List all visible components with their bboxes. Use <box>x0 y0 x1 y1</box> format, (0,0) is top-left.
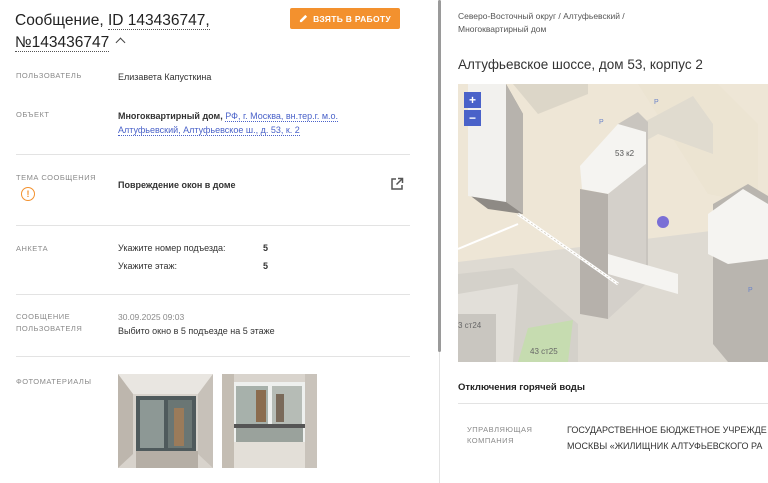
map-canvas: 53 к2 3 ст24 43 ст25 P P P <box>458 84 768 362</box>
zoom-in-button[interactable]: + <box>464 92 481 108</box>
user-message-label: СООБЩЕНИЕ ПОЛЬЗОВАТЕЛЯ <box>16 311 82 335</box>
survey-answer-1: 5 <box>263 243 269 253</box>
map-label-st25: 43 ст25 <box>530 347 558 356</box>
parking-icon: P <box>599 119 604 126</box>
take-to-work-button[interactable]: ВЗЯТЬ В РАБОТУ <box>290 8 400 29</box>
map[interactable]: 53 к2 3 ст24 43 ст25 P P P + − <box>458 84 768 362</box>
object-address-link-2[interactable]: Алтуфьевский, Алтуфьевское ш., д. 53, к.… <box>118 125 300 136</box>
zoom-out-button[interactable]: − <box>464 110 481 126</box>
warning-icon: ! <box>21 187 35 201</box>
parking-icon: P <box>654 99 659 106</box>
message-panel: Сообщение, ID 143436747, №143436747 ВЗЯТ… <box>0 0 437 483</box>
topic-value: Повреждение окон в доме <box>118 180 236 190</box>
management-value-line1: ГОСУДАРСТВЕННОЕ БЮДЖЕТНОЕ УЧРЕЖДЕ <box>567 425 767 435</box>
user-message-text: Выбито окно в 5 подъезде на 5 этаже <box>118 326 275 336</box>
topic-label: ТЕМА СООБЩЕНИЯ <box>16 173 97 182</box>
user-value: Елизавета Капусткина <box>118 72 212 82</box>
title-prefix: Сообщение, <box>15 12 104 29</box>
scrollbar[interactable] <box>438 0 441 352</box>
user-message-label-line2: ПОЛЬЗОВАТЕЛЯ <box>16 324 83 333</box>
management-label-line2: КОМПАНИЯ <box>467 436 514 445</box>
divider <box>458 403 768 404</box>
object-address-link[interactable]: РФ, г. Москва, вн.тер.г. м.о. <box>225 111 339 122</box>
management-label-line1: УПРАВЛЯЮЩАЯ <box>467 425 533 434</box>
message-number-link[interactable]: №143436747 <box>15 34 110 52</box>
user-label: ПОЛЬЗОВАТЕЛЬ <box>16 71 82 80</box>
map-building-label: 53 к2 <box>615 149 635 158</box>
survey-answer-2: 5 <box>263 261 269 271</box>
divider <box>16 154 410 155</box>
take-to-work-label: ВЗЯТЬ В РАБОТУ <box>313 13 391 24</box>
hot-water-outage-title: Отключения горячей воды <box>458 382 585 393</box>
photo-thumbnail[interactable] <box>118 374 213 468</box>
chevron-up-icon[interactable] <box>115 37 126 48</box>
survey-label: АНКЕТА <box>16 244 49 253</box>
photo-thumbnail[interactable] <box>222 374 317 468</box>
map-label-st24: 3 ст24 <box>458 321 482 330</box>
user-message-label-line1: СООБЩЕНИЕ <box>16 312 71 321</box>
management-value-line2: МОСКВЫ «ЖИЛИЩНИК АЛТУФЬЕВСКОГО РА <box>567 441 763 451</box>
divider <box>16 225 410 226</box>
message-title: Сообщение, ID 143436747, №143436747 <box>15 10 285 54</box>
object-panel: Северо-Восточный округ / Алтуфьевский / … <box>443 0 768 483</box>
divider <box>16 356 410 357</box>
survey-question-2: Укажите этаж: <box>118 261 177 271</box>
object-label: ОБЪЕКТ <box>16 110 50 119</box>
user-message-date: 30.09.2025 09:03 <box>118 312 185 322</box>
breadcrumb-line2[interactable]: Многоквартирный дом <box>458 24 546 34</box>
management-company-value: ГОСУДАРСТВЕННОЕ БЮДЖЕТНОЕ УЧРЕЖДЕ МОСКВЫ… <box>567 422 767 454</box>
parking-icon: P <box>748 287 753 294</box>
open-external-icon[interactable] <box>390 177 404 191</box>
breadcrumb-line1[interactable]: Северо-Восточный округ / Алтуфьевский / <box>458 11 625 21</box>
object-type: Многоквартирный дом, <box>118 111 223 121</box>
management-company-label: УПРАВЛЯЮЩАЯ КОМПАНИЯ <box>467 424 532 446</box>
pencil-icon <box>299 14 308 23</box>
breadcrumb: Северо-Восточный округ / Алтуфьевский / … <box>458 10 758 36</box>
object-value: Многоквартирный дом, РФ, г. Москва, вн.т… <box>118 109 418 137</box>
message-id-link[interactable]: ID 143436747, <box>107 12 210 30</box>
survey-question-1: Укажите номер подъезда: <box>118 243 226 253</box>
divider <box>16 294 410 295</box>
photos-label: ФОТОМАТЕРИАЛЫ <box>16 377 92 386</box>
address-title: Алтуфьевское шоссе, дом 53, корпус 2 <box>458 57 703 72</box>
